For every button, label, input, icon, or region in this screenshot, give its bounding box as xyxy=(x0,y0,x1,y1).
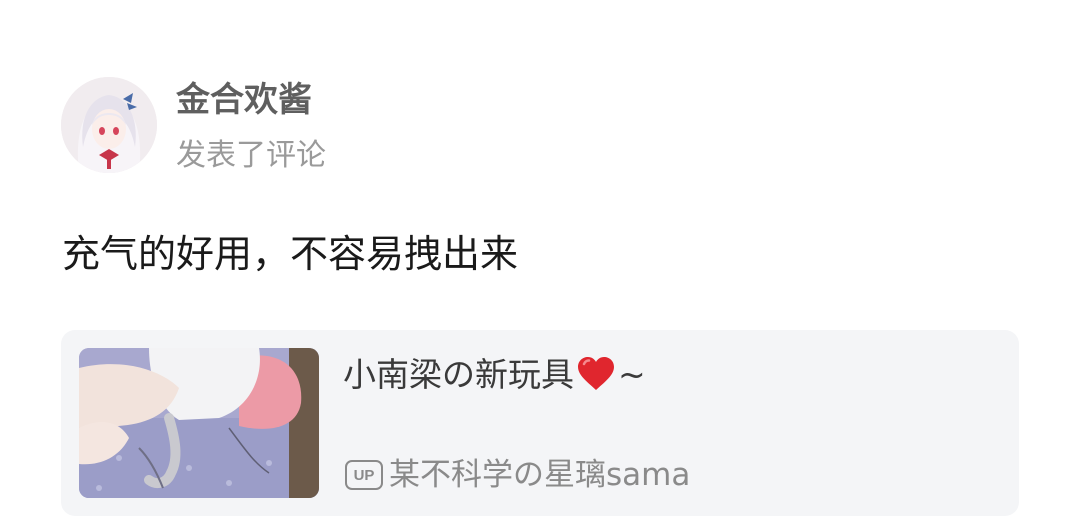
video-card[interactable]: 小南梁の新玩具 ~ UP 某不科学の星璃sama xyxy=(61,330,1019,516)
thumbnail-image xyxy=(79,348,319,498)
user-name[interactable]: 金合欢酱 xyxy=(176,78,312,122)
post-action-label: 发表了评论 xyxy=(176,138,326,173)
uploader-name: 某不科学の星璃sama xyxy=(389,457,691,493)
video-title-text: 小南梁の新玩具 xyxy=(343,355,574,394)
video-uploader[interactable]: UP 某不科学の星璃sama xyxy=(345,454,690,496)
comment-text: 充气的好用，不容易拽出来 xyxy=(62,232,519,276)
dynamic-post: 金合欢酱 发表了评论 充气的好用，不容易拽出来 小南梁の新玩具 ~ UP 某不科… xyxy=(0,0,1080,528)
video-thumbnail[interactable] xyxy=(79,348,319,498)
avatar[interactable] xyxy=(61,77,157,173)
avatar-image xyxy=(61,77,157,173)
video-title-suffix: ~ xyxy=(618,355,646,394)
up-badge-icon: UP xyxy=(345,460,383,490)
video-title[interactable]: 小南梁の新玩具 ~ xyxy=(343,352,646,398)
heart-icon xyxy=(578,357,614,390)
